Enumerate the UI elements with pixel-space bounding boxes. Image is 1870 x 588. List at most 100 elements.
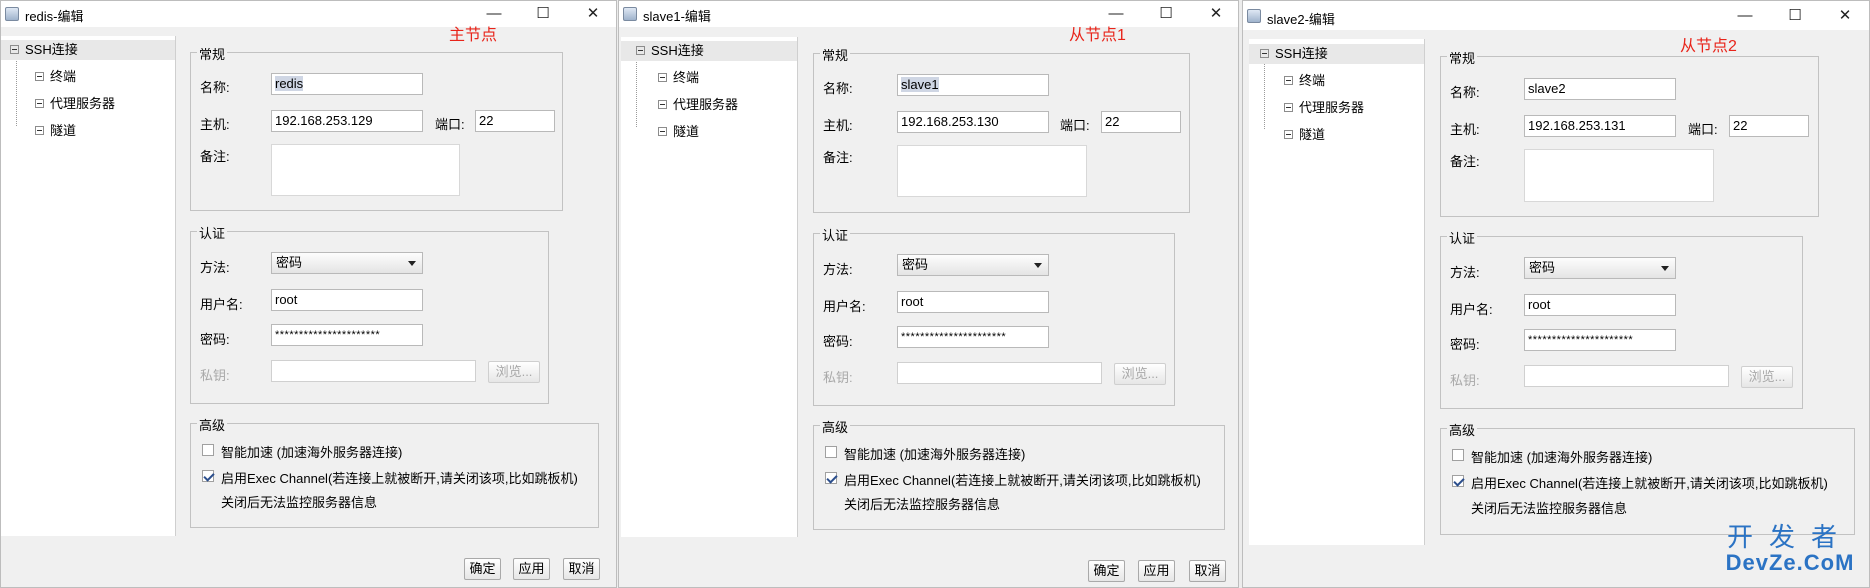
title-bar[interactable]: redis-编辑 — ☐ ✕: [1, 1, 616, 27]
group-title: 常规: [197, 44, 228, 63]
collapse-icon[interactable]: [658, 127, 667, 137]
name-label: 名称:: [823, 81, 853, 96]
tree-item-proxy[interactable]: 代理服务器: [1284, 98, 1364, 118]
password-field[interactable]: **********************: [271, 324, 423, 346]
tree-item-label: 终端: [50, 69, 77, 84]
collapse-icon[interactable]: [1284, 76, 1293, 86]
tree-item-proxy[interactable]: 代理服务器: [658, 95, 738, 115]
apply-button[interactable]: 应用: [1138, 560, 1175, 582]
tree-item-label: SSH连接: [651, 43, 704, 58]
settings-tree: SSH连接 终端 代理服务器 隧道: [1, 36, 176, 536]
smart-accel-label: 智能加速 (加速海外服务器连接): [221, 445, 403, 460]
node-annotation: 从节点2: [1680, 38, 1737, 55]
exec-channel-checkbox[interactable]: [202, 470, 214, 482]
host-label: 主机:: [200, 117, 230, 132]
cancel-button[interactable]: 取消: [1189, 560, 1226, 582]
username-label: 用户名:: [823, 299, 866, 314]
exec-channel-label: 启用Exec Channel(若连接上就被断开,请关闭该项,比如跳板机): [844, 473, 1201, 488]
username-field[interactable]: root: [897, 291, 1049, 313]
title-bar[interactable]: slave1-编辑 — ☐ ✕: [619, 1, 1238, 27]
name-field[interactable]: redis: [271, 73, 423, 95]
method-select[interactable]: 密码: [271, 252, 423, 274]
apply-button[interactable]: 应用: [513, 558, 550, 580]
window-title: redis-编辑: [25, 9, 84, 24]
tree-item-ssh[interactable]: SSH连接: [621, 41, 797, 61]
maximize-button[interactable]: ☐: [1773, 4, 1817, 28]
collapse-icon[interactable]: [35, 72, 44, 82]
edit-window-redis: redis-编辑 — ☐ ✕ 主节点 SSH连接 终端 代理服务器 隧道 常规 …: [0, 0, 617, 588]
collapse-icon[interactable]: [1284, 103, 1293, 113]
minimize-button[interactable]: —: [1723, 4, 1767, 28]
port-field[interactable]: 22: [1729, 115, 1809, 137]
smart-accel-checkbox[interactable]: [1452, 449, 1464, 461]
exec-channel-checkbox[interactable]: [1452, 475, 1464, 487]
host-field[interactable]: 192.168.253.129: [271, 110, 423, 132]
maximize-button[interactable]: ☐: [1144, 2, 1188, 26]
tree-item-label: 终端: [1299, 73, 1326, 88]
edit-window-slave1: slave1-编辑 — ☐ ✕ 从节点1 SSH连接 终端 代理服务器 隧道 常…: [618, 0, 1239, 588]
collapse-icon[interactable]: [658, 73, 667, 83]
collapse-icon[interactable]: [10, 45, 19, 55]
tree-item-proxy[interactable]: 代理服务器: [35, 94, 115, 114]
collapse-icon[interactable]: [1284, 130, 1293, 140]
close-button[interactable]: ✕: [571, 2, 615, 26]
close-button[interactable]: ✕: [1823, 4, 1867, 28]
ok-button[interactable]: 确定: [464, 558, 501, 580]
password-field[interactable]: **********************: [1524, 329, 1676, 351]
collapse-icon[interactable]: [636, 46, 645, 56]
remark-textarea[interactable]: [1524, 149, 1714, 202]
method-select[interactable]: 密码: [1524, 257, 1676, 279]
tree-item-tunnel[interactable]: 隧道: [1284, 125, 1325, 145]
remark-textarea[interactable]: [271, 144, 460, 196]
tree-item-ssh[interactable]: SSH连接: [1, 40, 175, 60]
host-field[interactable]: 192.168.253.130: [897, 111, 1049, 133]
collapse-icon[interactable]: [35, 99, 44, 109]
username-field[interactable]: root: [1524, 294, 1676, 316]
exec-channel-checkbox[interactable]: [825, 472, 837, 484]
remark-textarea[interactable]: [897, 145, 1087, 197]
password-label: 密码:: [1450, 337, 1480, 352]
smart-accel-checkbox[interactable]: [202, 444, 214, 456]
auth-group: 认证 方法: 密码 用户名: root 密码: ****************…: [190, 223, 549, 404]
collapse-icon[interactable]: [658, 100, 667, 110]
tree-item-ssh[interactable]: SSH连接: [1249, 44, 1424, 64]
close-button[interactable]: ✕: [1194, 2, 1238, 26]
advanced-group: 高级 智能加速 (加速海外服务器连接) 启用Exec Channel(若连接上就…: [190, 415, 599, 528]
maximize-button[interactable]: ☐: [521, 2, 565, 26]
collapse-icon[interactable]: [1260, 49, 1269, 59]
smart-accel-label: 智能加速 (加速海外服务器连接): [1471, 450, 1653, 465]
tree-item-terminal[interactable]: 终端: [658, 68, 699, 88]
host-label: 主机:: [1450, 122, 1480, 137]
host-field[interactable]: 192.168.253.131: [1524, 115, 1676, 137]
username-field[interactable]: root: [271, 289, 423, 311]
tree-item-label: 终端: [673, 70, 700, 85]
tree-item-terminal[interactable]: 终端: [35, 67, 76, 87]
browse-button: 浏览...: [1741, 366, 1793, 388]
cancel-button[interactable]: 取消: [563, 558, 600, 580]
title-bar[interactable]: slave2-编辑 — ☐ ✕: [1243, 1, 1869, 30]
group-title: 高级: [197, 415, 228, 434]
settings-tree: SSH连接 终端 代理服务器 隧道: [621, 37, 798, 537]
smart-accel-checkbox[interactable]: [825, 446, 837, 458]
auth-group: 认证 方法: 密码 用户名: root 密码: ****************…: [1440, 228, 1803, 409]
tree-item-tunnel[interactable]: 隧道: [35, 121, 76, 141]
method-select[interactable]: 密码: [897, 254, 1049, 276]
ok-button[interactable]: 确定: [1088, 560, 1125, 582]
exec-channel-note: 关闭后无法监控服务器信息: [844, 497, 1001, 512]
remark-label: 备注:: [200, 149, 230, 164]
tree-item-terminal[interactable]: 终端: [1284, 71, 1325, 91]
smart-accel-label: 智能加速 (加速海外服务器连接): [844, 447, 1026, 462]
group-title: 常规: [820, 45, 851, 64]
tree-item-tunnel[interactable]: 隧道: [658, 122, 699, 142]
username-label: 用户名:: [1450, 302, 1493, 317]
password-field[interactable]: **********************: [897, 326, 1049, 348]
tree-item-label: SSH连接: [1275, 46, 1328, 61]
port-field[interactable]: 22: [475, 110, 555, 132]
collapse-icon[interactable]: [35, 126, 44, 136]
name-field[interactable]: slave1: [897, 74, 1049, 96]
tree-item-label: 代理服务器: [673, 97, 739, 112]
port-field[interactable]: 22: [1101, 111, 1181, 133]
group-title: 常规: [1447, 48, 1478, 67]
private-key-label: 私钥:: [1450, 373, 1480, 388]
name-field[interactable]: slave2: [1524, 78, 1676, 100]
